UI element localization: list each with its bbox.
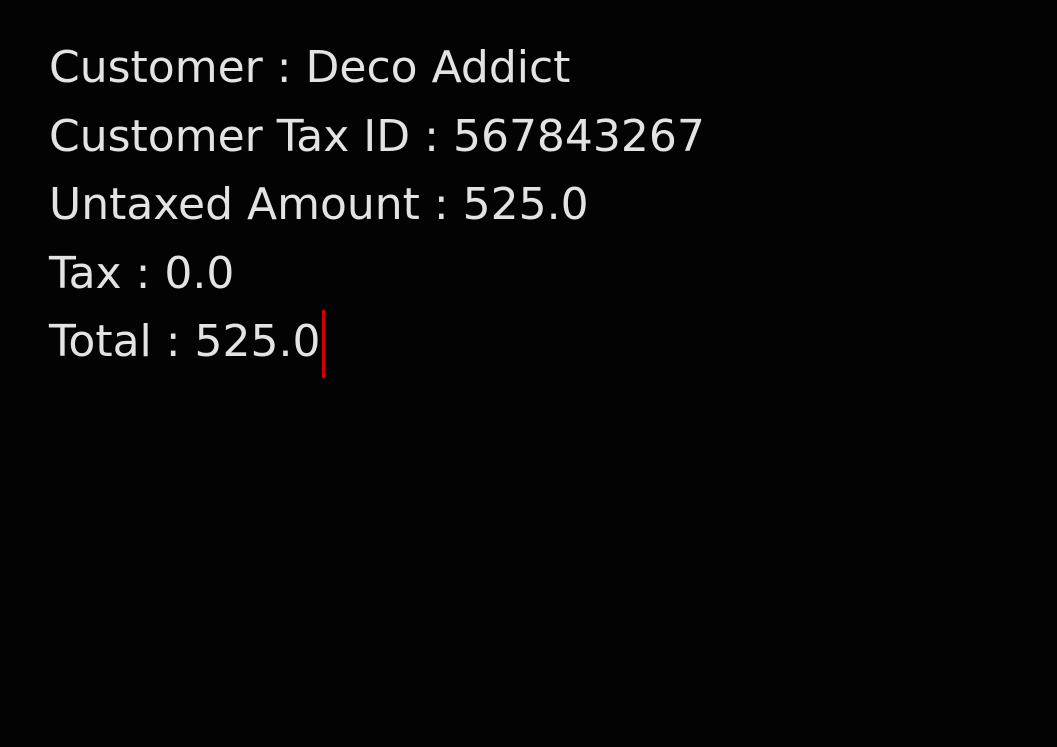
text-line-customer-tax-id: Customer Tax ID : 567843267 [49,103,1057,172]
customer-tax-id-text: Customer Tax ID : 567843267 [49,110,705,162]
text-line-customer: Customer : Deco Addict [49,34,1057,103]
text-line-untaxed-amount: Untaxed Amount : 525.0 [49,171,1057,240]
text-editor-area[interactable]: Customer : Deco Addict Customer Tax ID :… [0,0,1057,747]
text-cursor [321,310,325,379]
total-text: Total : 525.0 [49,316,321,367]
untaxed-amount-text: Untaxed Amount : 525.0 [49,179,589,230]
text-line-total: Total : 525.0 [49,308,1057,379]
tax-text: Tax : 0.0 [49,247,235,299]
customer-text: Customer : Deco Addict [49,42,571,93]
text-line-tax: Tax : 0.0 [49,240,1057,309]
